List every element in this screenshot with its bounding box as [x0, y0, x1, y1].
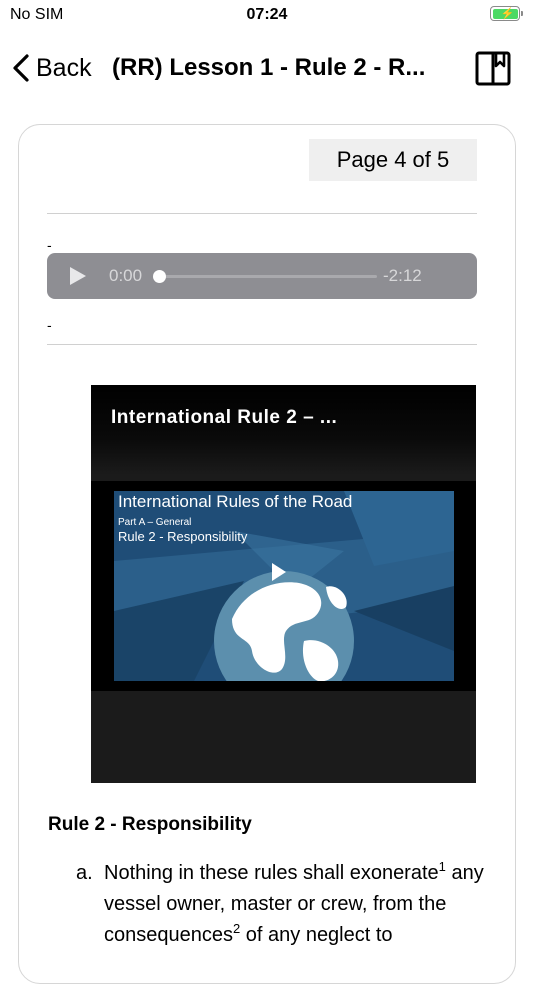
scrubber-knob[interactable] [153, 270, 166, 283]
status-bar: No SIM 07:24 ⚡ [0, 0, 534, 30]
video-thumbnail-frame: International Rules of the Road Part A –… [91, 481, 476, 691]
video-player[interactable]: International Rule 2 – ... International… [91, 385, 476, 783]
book-bookmark-icon[interactable] [474, 50, 512, 88]
list-item: Nothing in these rules shall exonerate1 … [104, 858, 484, 951]
back-button[interactable]: Back [10, 50, 92, 86]
section-heading: Rule 2 - Responsibility [48, 814, 252, 835]
list-marker: a. [76, 862, 93, 884]
navigation-bar: Back (RR) Lesson 1 - Rule 2 - R... [0, 40, 534, 96]
video-title: International Rule 2 – ... [111, 407, 338, 428]
video-title-bar: International Rule 2 – ... [91, 385, 476, 475]
chevron-left-icon [13, 54, 29, 82]
item-text: of any neglect to [240, 924, 393, 946]
separator-dash: - [47, 317, 52, 333]
slide-subheading: Part A – General [118, 517, 192, 528]
video-thumbnail: International Rules of the Road Part A –… [114, 491, 454, 681]
back-label: Back [36, 53, 92, 82]
time-elapsed: 0:00 [109, 266, 143, 285]
divider [47, 213, 477, 214]
separator-dash: - [47, 237, 52, 253]
item-text: Nothing in these rules shall exonerate [104, 862, 439, 884]
play-icon[interactable] [272, 563, 286, 581]
battery-icon: ⚡ [490, 6, 523, 21]
clock: 07:24 [246, 6, 288, 23]
divider [47, 344, 477, 345]
audio-scrubber[interactable] [157, 275, 377, 278]
slide-heading: International Rules of the Road [118, 492, 353, 511]
footnote-link[interactable]: 1 [439, 859, 446, 874]
page-title: (RR) Lesson 1 - Rule 2 - R... [112, 54, 426, 81]
time-remaining: -2:12 [383, 266, 422, 285]
page-indicator: Page 4 of 5 [309, 139, 477, 181]
lesson-card: Page 4 of 5 - 0:00 -2:12 - International… [18, 124, 516, 984]
play-icon[interactable] [69, 266, 87, 286]
slide-rule-title: Rule 2 - Responsibility [118, 529, 248, 544]
audio-player: 0:00 -2:12 [47, 253, 477, 299]
